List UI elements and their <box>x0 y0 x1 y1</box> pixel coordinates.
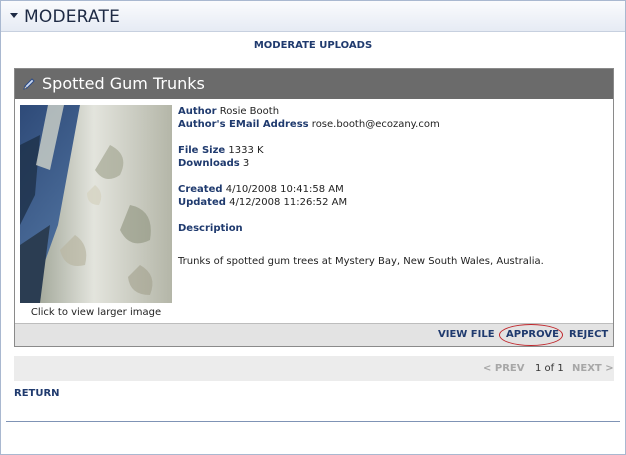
thumbnail-caption[interactable]: Click to view larger image <box>15 307 177 318</box>
next-page-link[interactable]: NEXT > <box>572 363 614 374</box>
updated-value: 4/12/2008 11:26:52 AM <box>229 197 348 208</box>
pencil-icon[interactable] <box>21 76 37 92</box>
moderate-uploads-link[interactable]: MODERATE UPLOADS <box>254 40 372 51</box>
card-actions: VIEW FILE APPROVE REJECT <box>15 323 613 346</box>
created-value: 4/10/2008 10:41:58 AM <box>225 184 344 195</box>
module-title: MODERATE <box>24 7 121 27</box>
description-value: Trunks of spotted gum trees at Mystery B… <box>178 256 544 267</box>
return-link[interactable]: RETURN <box>14 388 60 399</box>
prev-page-link[interactable]: < PREV <box>483 363 524 374</box>
page-count: 1 of 1 <box>535 363 564 374</box>
downloads-label: Downloads <box>178 158 240 169</box>
collapse-triangle-icon[interactable] <box>10 13 18 18</box>
filesize-value: 1333 K <box>228 145 264 156</box>
card-header: Spotted Gum Trunks <box>15 69 613 99</box>
author-label: Author <box>178 106 217 117</box>
item-title: Spotted Gum Trunks <box>42 74 205 93</box>
description-label: Description <box>178 223 243 234</box>
email-value: rose.booth@ecozany.com <box>311 119 440 130</box>
pager: < PREV 1 of 1 NEXT > <box>14 356 614 381</box>
email-label: Author's EMail Address <box>178 119 309 130</box>
author-value: Rosie Booth <box>219 106 280 117</box>
thumbnail-image[interactable] <box>20 105 172 303</box>
created-label: Created <box>178 184 223 195</box>
filesize-label: File Size <box>178 145 226 156</box>
module-header: MODERATE <box>1 1 625 32</box>
view-file-link[interactable]: VIEW FILE <box>438 329 495 340</box>
footer-divider <box>6 421 620 422</box>
reject-link[interactable]: REJECT <box>569 329 608 340</box>
updated-label: Updated <box>178 197 226 208</box>
upload-card: Spotted Gum Trunks Click to view larger … <box>14 68 614 347</box>
downloads-value: 3 <box>242 158 250 169</box>
approve-link[interactable]: APPROVE <box>506 329 559 340</box>
